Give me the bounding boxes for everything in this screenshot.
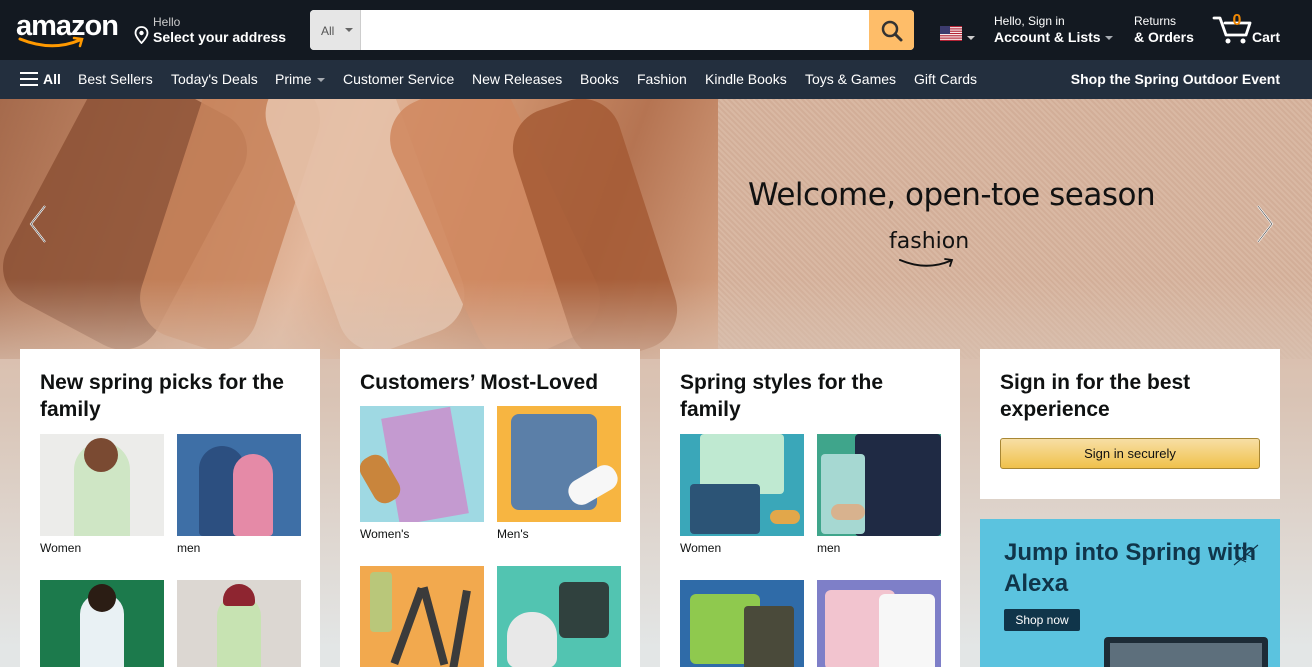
nav-prime[interactable]: Prime [275,71,325,87]
hero-brand: fashion [889,229,970,254]
chevron-down-icon [1104,36,1113,41]
card-title: New spring picks for the family [40,371,284,421]
tile-caption: Women's [360,527,410,541]
search-button[interactable] [869,10,914,50]
search-category-dropdown[interactable]: All [310,10,361,50]
tile-mens[interactable]: Men's [497,406,621,541]
cart-button[interactable]: 0 Cart [1212,12,1284,48]
alexa-ad-banner[interactable]: Jump into Spring with Alexa Shop now [980,519,1280,667]
card-title: Sign in for the best experience [1000,371,1191,421]
location-pin-icon [134,26,149,44]
tile-image [40,434,164,536]
all-label: All [43,71,61,87]
tile-image [817,580,941,667]
tile-image [680,434,804,536]
top-nav: amazon Hello Select your address All Hel… [0,0,1312,60]
account-greeting: Hello, Sign in [994,14,1065,28]
us-flag-icon[interactable] [940,26,962,41]
sub-nav: All Best Sellers Today's Deals Prime Cus… [0,60,1312,99]
tile-women[interactable]: Women [680,434,804,555]
tile-men[interactable]: men [177,434,301,555]
smile-icon [18,36,84,48]
returns-and-orders[interactable]: Returns & Orders [1134,14,1194,45]
tile-caption: men [177,541,201,555]
nav-gift-cards[interactable]: Gift Cards [914,71,977,87]
card-spring-styles: Spring styles for the family Women men [660,349,960,667]
nav-kindle-books[interactable]: Kindle Books [705,71,787,87]
smile-icon [899,258,954,267]
tile-image [497,566,621,667]
account-label-wrap: Account & Lists [994,29,1113,45]
card-title: Spring styles for the family [680,371,884,421]
tile-image [360,566,484,667]
tile-boys[interactable] [680,580,804,667]
tile-caption: Women [40,541,82,555]
chevron-down-icon [345,28,353,32]
tile-home[interactable] [497,566,621,667]
carousel-next-arrow-icon[interactable] [1250,202,1280,246]
tile-women[interactable]: Women [40,434,164,555]
tile-image [360,406,484,522]
nav-best-sellers[interactable]: Best Sellers [78,71,153,87]
account-and-lists[interactable]: Hello, Sign in Account & Lists [994,14,1113,45]
hamburger-icon [20,72,38,86]
all-menu-button[interactable]: All [20,71,61,87]
card-new-spring-picks: New spring picks for the family Women me… [20,349,320,667]
leaf-icon [1233,544,1259,566]
tile-kids-girls[interactable] [177,580,301,667]
nav-books[interactable]: Books [580,71,619,87]
orders-label: & Orders [1134,29,1194,45]
tile-men[interactable]: men [817,434,941,555]
device-screen [1110,643,1262,667]
hero-title: Welcome, open-toe season [748,177,1156,213]
nav-fashion[interactable]: Fashion [637,71,687,87]
sign-in-securely-button[interactable]: Sign in securely [1000,438,1260,469]
card-sign-in: Sign in for the best experience Sign in … [980,349,1280,499]
cart-count: 0 [1232,12,1242,29]
address-greeting: Hello [153,15,181,29]
tile-image [497,406,621,522]
amazon-logo[interactable]: amazon [16,12,119,50]
tile-caption: Women [680,541,722,555]
search-input[interactable] [362,10,869,50]
address-label: Select your address [153,29,287,45]
search-category-label: All [321,24,335,38]
tile-girls[interactable] [817,580,941,667]
carousel-prev-arrow-icon[interactable] [23,202,53,246]
account-label: Account & Lists [994,29,1101,45]
tile-image [40,580,164,667]
nav-customer-service[interactable]: Customer Service [343,71,454,87]
tile-image [177,434,301,536]
search-icon [881,20,903,42]
nav-toys-games[interactable]: Toys & Games [805,71,896,87]
tile-caption: Men's [497,527,529,541]
tile-image [817,434,941,536]
card-title: Customers’ Most-Loved [360,371,599,394]
tile-image [177,580,301,667]
nav-promo-link[interactable]: Shop the Spring Outdoor Event [1071,71,1280,87]
returns-label: Returns [1134,14,1177,28]
tile-beauty[interactable] [360,566,484,667]
cart-label: Cart [1252,29,1281,45]
shop-now-button[interactable]: Shop now [1004,609,1080,631]
nav-prime-label: Prime [275,71,312,87]
tile-caption: men [817,541,841,555]
chevron-down-icon [316,78,325,83]
search-bar: All [310,10,914,50]
tile-womens[interactable]: Women's [360,406,484,541]
nav-todays-deals[interactable]: Today's Deals [171,71,258,87]
language-caret-icon[interactable] [967,36,975,40]
tile-kids-boys[interactable] [40,580,164,667]
tile-image [680,580,804,667]
card-customers-most-loved: Customers’ Most-Loved Women's Men's [340,349,640,667]
nav-new-releases[interactable]: New Releases [472,71,562,87]
